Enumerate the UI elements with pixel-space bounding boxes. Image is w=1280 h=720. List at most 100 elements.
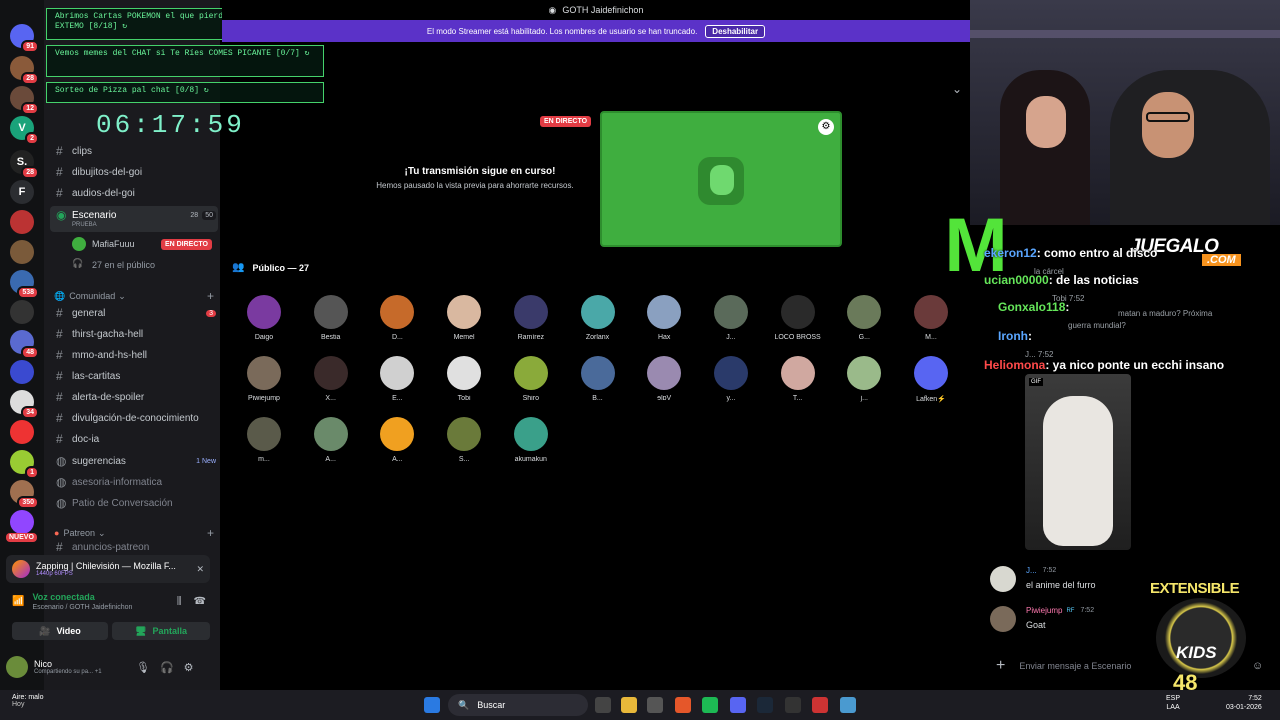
firefox-icon[interactable] (675, 697, 691, 713)
disconnect-icon[interactable]: ☎ (194, 596, 206, 607)
discord-icon[interactable] (730, 697, 746, 713)
audience-member[interactable]: LOCO BROSS (768, 295, 828, 341)
audience-member[interactable]: Hax (634, 295, 694, 341)
live-badge: EN DIRECTO (160, 238, 212, 250)
server-icon[interactable] (10, 510, 34, 534)
audience-member[interactable]: A... (301, 417, 361, 463)
video-button[interactable]: 🎥 Video (12, 622, 108, 640)
category-comunidad[interactable]: 🌐 Comunidad ⌄ + (54, 289, 214, 303)
noise-suppression-icon[interactable]: ⫼ (177, 596, 182, 607)
avatar[interactable] (6, 656, 28, 678)
server-icon[interactable]: S. 28 (10, 150, 39, 179)
channel-item[interactable]: ◍ Patio de Conversación (56, 493, 216, 513)
file-explorer-icon[interactable] (621, 697, 637, 713)
server-icon[interactable] (10, 420, 34, 444)
weather-widget[interactable]: Aire: malo Hoy (12, 694, 44, 708)
server-icon[interactable] (10, 210, 34, 234)
gear-icon[interactable]: ⚙ (184, 661, 194, 674)
server-icon[interactable]: 28 (10, 56, 39, 85)
stream-activity[interactable]: Zapping | Chilevisión — Mozilla F... 144… (6, 555, 210, 583)
screen-share-button[interactable]: 🖥 Pantalla (112, 622, 210, 640)
language-indicator[interactable]: ESP LAA (1166, 694, 1180, 712)
add-channel-icon[interactable]: + (207, 526, 214, 540)
emoji-icon[interactable]: ☺ (1252, 660, 1263, 672)
server-icon[interactable]: 538 (10, 270, 39, 299)
channel-item[interactable]: ◍ asesoria-informatica (56, 472, 216, 492)
channel-item[interactable]: # las-cartitas (56, 366, 216, 386)
audience-member[interactable]: S... (434, 417, 494, 463)
chevron-down-icon[interactable]: ⌄ (952, 82, 962, 96)
audience-member[interactable]: Memel (434, 295, 494, 341)
audience-member[interactable]: Zorlanx (568, 295, 628, 341)
clock[interactable]: 7:52 03-01-2026 (1226, 694, 1262, 712)
server-icon[interactable]: 48 (10, 330, 39, 359)
channel-item[interactable]: # divulgación-de-conocimiento (56, 408, 216, 428)
channel-item[interactable]: # doc-ia (56, 429, 216, 449)
stage-audience-count[interactable]: 🎧 27 en el público (72, 258, 212, 272)
server-icon[interactable]: 350 (10, 480, 39, 509)
close-stream-icon[interactable]: ✕ (196, 564, 204, 575)
channel-item[interactable]: # thirst-gacha-hell (56, 324, 216, 344)
audience-member[interactable]: Daigo (234, 295, 294, 341)
server-icon[interactable]: 91 (10, 24, 39, 53)
audience-member[interactable]: Bestia (301, 295, 361, 341)
audience-member[interactable]: D... (367, 295, 427, 341)
audience-member[interactable]: y... (701, 356, 761, 402)
audience-member[interactable]: E... (367, 356, 427, 402)
server-icon[interactable]: V2 (10, 116, 39, 145)
server-icon[interactable]: 34 (10, 390, 39, 419)
obs-icon[interactable] (647, 697, 663, 713)
audience-member[interactable]: akumakun (501, 417, 561, 463)
server-icon[interactable]: 12 (10, 86, 39, 115)
notepad-icon[interactable] (840, 697, 856, 713)
app-icon[interactable] (812, 697, 828, 713)
stage-user-live[interactable]: MafiaFuuu EN DIRECTO (72, 237, 212, 251)
channel-item[interactable]: ◍ sugerencias 1 New (56, 451, 216, 471)
server-icon[interactable]: 1 (10, 450, 39, 479)
user-panel: Nico Compartiendo su pa... +1 🎙 🎧 ⚙ (6, 652, 212, 682)
avatar[interactable] (990, 566, 1016, 592)
audience-member[interactable]: Lafken⚡ (901, 356, 961, 403)
audience-member[interactable]: Shiro (501, 356, 561, 402)
app-icon[interactable] (785, 697, 801, 713)
channel-audios[interactable]: # audios-del-goi (56, 183, 216, 203)
audience-member[interactable]: A... (367, 417, 427, 463)
channel-item[interactable]: # alerta-de-spoiler (56, 387, 216, 407)
headphones-icon[interactable]: 🎧 (160, 661, 174, 674)
task-box-2: Vemos memes del CHAT si Te Ríes COMES PI… (46, 45, 324, 77)
audience-member[interactable]: Tobi (434, 356, 494, 402)
audience-member[interactable]: M... (901, 295, 961, 341)
disable-streamer-button[interactable]: Deshabilitar (705, 24, 766, 38)
audience-member[interactable]: B... (568, 356, 628, 402)
task-view-icon[interactable] (595, 697, 611, 713)
server-icon[interactable] (10, 300, 34, 324)
windows-start-icon[interactable] (424, 697, 440, 713)
spotify-icon[interactable] (702, 697, 718, 713)
audience-member[interactable]: G... (834, 295, 894, 341)
steam-icon[interactable] (757, 697, 773, 713)
channel-dibujitos[interactable]: # dibujitos-del-goi (56, 162, 216, 182)
category-patreon[interactable]: ● Patreon ⌄ + (54, 526, 214, 540)
add-channel-icon[interactable]: + (207, 289, 214, 303)
channel-clips[interactable]: # clips (56, 141, 216, 161)
audience-member[interactable]: m... (234, 417, 294, 463)
audience-member[interactable]: X... (301, 356, 361, 402)
add-attachment-icon[interactable]: + (996, 657, 1005, 675)
audience-member[interactable]: J... (701, 295, 761, 341)
audience-member[interactable]: Ramírez (501, 295, 561, 341)
audience-member[interactable]: ɘlɒV (634, 356, 694, 402)
channel-item[interactable]: # mmo-and-hs-hell (56, 345, 216, 365)
microphone-icon[interactable]: 🎙 (136, 661, 150, 674)
avatar[interactable] (990, 606, 1016, 632)
server-icon[interactable] (10, 240, 34, 264)
server-icon[interactable] (10, 360, 34, 384)
server-icon[interactable]: F (10, 180, 34, 204)
audience-member[interactable]: T... (768, 356, 828, 402)
audience-member[interactable]: Piwiejump (234, 356, 294, 402)
taskbar-search[interactable]: 🔍 Buscar (448, 694, 588, 716)
audience-member[interactable]: j... (834, 356, 894, 402)
channel-item[interactable]: # general 3 (56, 303, 216, 323)
stream-preview[interactable]: ⚙ (600, 111, 842, 247)
settings-icon[interactable]: ⚙ (818, 119, 834, 135)
channel-anuncios-patreon[interactable]: # anuncios-patreon (56, 541, 216, 553)
